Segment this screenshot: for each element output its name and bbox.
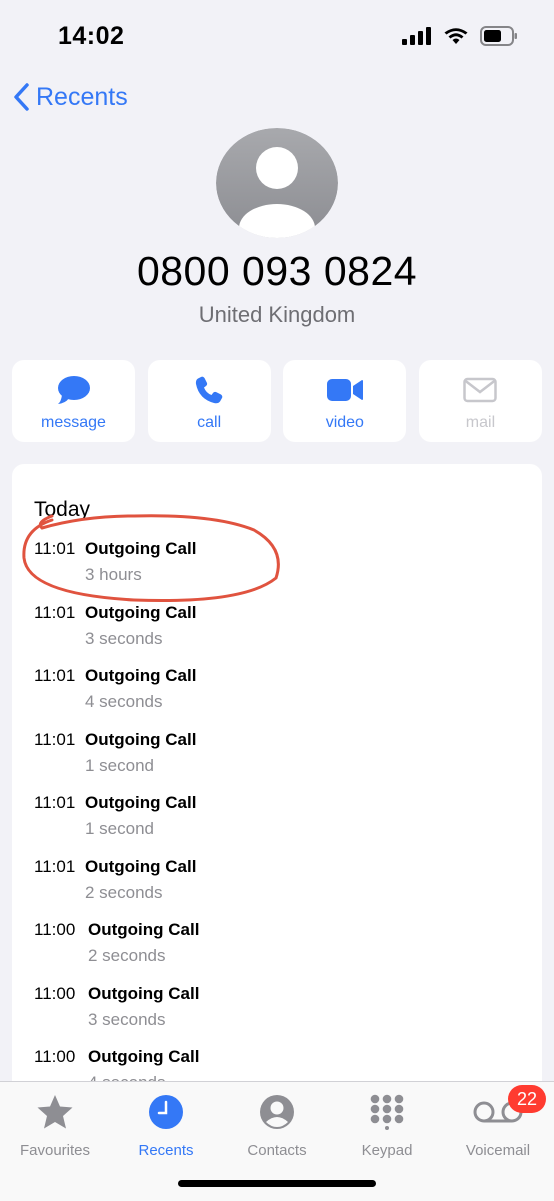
voicemail-badge: 22 xyxy=(508,1085,546,1113)
contact-number: 0800 093 0824 xyxy=(136,248,418,294)
tab-contacts[interactable]: Contacts xyxy=(222,1092,332,1159)
video-label: video xyxy=(325,414,364,431)
call-type: Outgoing Call xyxy=(85,603,197,622)
call-type: Outgoing Call xyxy=(85,539,197,558)
call-time: 11:01 xyxy=(34,603,76,622)
call-button[interactable]: call xyxy=(147,360,271,442)
call-row: 11:01 Outgoing Call 2 seconds xyxy=(34,857,514,917)
call-duration: 3 seconds xyxy=(85,629,163,648)
phone-icon xyxy=(196,376,223,404)
video-icon xyxy=(326,379,363,401)
star-icon xyxy=(37,1095,73,1129)
tab-favourites[interactable]: Favourites xyxy=(0,1092,110,1159)
message-button[interactable]: message xyxy=(12,360,135,442)
action-buttons: message call video mail xyxy=(12,360,542,442)
battery-icon xyxy=(480,26,517,46)
message-icon xyxy=(57,376,90,404)
tab-label: Favourites xyxy=(19,1142,91,1159)
call-type: Outgoing Call xyxy=(88,984,200,1003)
call-type: Outgoing Call xyxy=(88,1047,200,1066)
call-duration: 3 hours xyxy=(85,565,142,584)
home-indicator[interactable] xyxy=(178,1180,376,1187)
call-time: 11:01 xyxy=(34,730,76,749)
call-history-card: Today 11:01 Outgoing Call 3 hours 11:01 … xyxy=(12,464,542,1104)
back-label: Recents xyxy=(36,82,128,111)
status-bar: 14:02 xyxy=(0,0,554,74)
call-row: 11:00 Outgoing Call 3 seconds xyxy=(34,984,514,1044)
status-icons xyxy=(402,26,518,46)
call-row: 11:00 Outgoing Call 2 seconds xyxy=(34,920,514,980)
tab-label: Contacts xyxy=(247,1142,307,1159)
chevron-left-icon xyxy=(14,83,29,111)
call-time: 11:01 xyxy=(34,666,76,685)
call-type: Outgoing Call xyxy=(85,730,197,749)
mail-label: mail xyxy=(465,414,496,431)
back-button[interactable]: Recents xyxy=(12,82,128,112)
call-row: 11:01 Outgoing Call 3 hours xyxy=(34,539,514,599)
call-time: 11:01 xyxy=(34,857,76,876)
contact-location: United Kingdom xyxy=(198,302,356,327)
tab-recents[interactable]: Recents xyxy=(111,1092,221,1159)
keypad-icon xyxy=(370,1094,404,1130)
tab-keypad[interactable]: Keypad xyxy=(332,1092,442,1159)
call-duration: 1 second xyxy=(85,819,154,838)
call-duration: 4 seconds xyxy=(85,692,163,711)
signal-icon xyxy=(402,27,431,45)
message-label: message xyxy=(41,414,106,431)
call-label: call xyxy=(197,414,222,431)
call-duration: 3 seconds xyxy=(88,1010,166,1029)
call-duration: 2 seconds xyxy=(85,883,163,902)
call-type: Outgoing Call xyxy=(85,666,197,685)
call-row: 11:01 Outgoing Call 3 seconds xyxy=(34,603,514,663)
call-type: Outgoing Call xyxy=(88,920,200,939)
wifi-icon xyxy=(444,28,468,44)
mail-button[interactable]: mail xyxy=(418,360,542,442)
status-time: 14:02 xyxy=(58,22,125,50)
clock-icon xyxy=(149,1095,183,1129)
call-time: 11:00 xyxy=(34,920,76,939)
call-time: 11:00 xyxy=(34,1047,76,1066)
tab-label: Voicemail xyxy=(465,1142,531,1159)
call-time: 11:01 xyxy=(34,539,76,558)
call-time: 11:00 xyxy=(34,984,76,1003)
person-icon xyxy=(260,1095,294,1129)
call-type: Outgoing Call xyxy=(85,793,197,812)
call-duration: 1 second xyxy=(85,756,154,775)
tab-label: Keypad xyxy=(361,1142,413,1159)
section-header-today: Today xyxy=(34,498,91,521)
call-duration: 2 seconds xyxy=(88,946,166,965)
call-row: 11:01 Outgoing Call 1 second xyxy=(34,730,514,790)
tab-label: Recents xyxy=(138,1142,194,1159)
call-type: Outgoing Call xyxy=(85,857,197,876)
mail-icon xyxy=(463,377,498,403)
video-button[interactable]: video xyxy=(283,360,407,442)
call-time: 11:01 xyxy=(34,793,76,812)
person-placeholder-icon xyxy=(216,128,338,238)
call-row: 11:01 Outgoing Call 1 second xyxy=(34,793,514,853)
call-row: 11:01 Outgoing Call 4 seconds xyxy=(34,666,514,726)
avatar xyxy=(216,128,338,238)
